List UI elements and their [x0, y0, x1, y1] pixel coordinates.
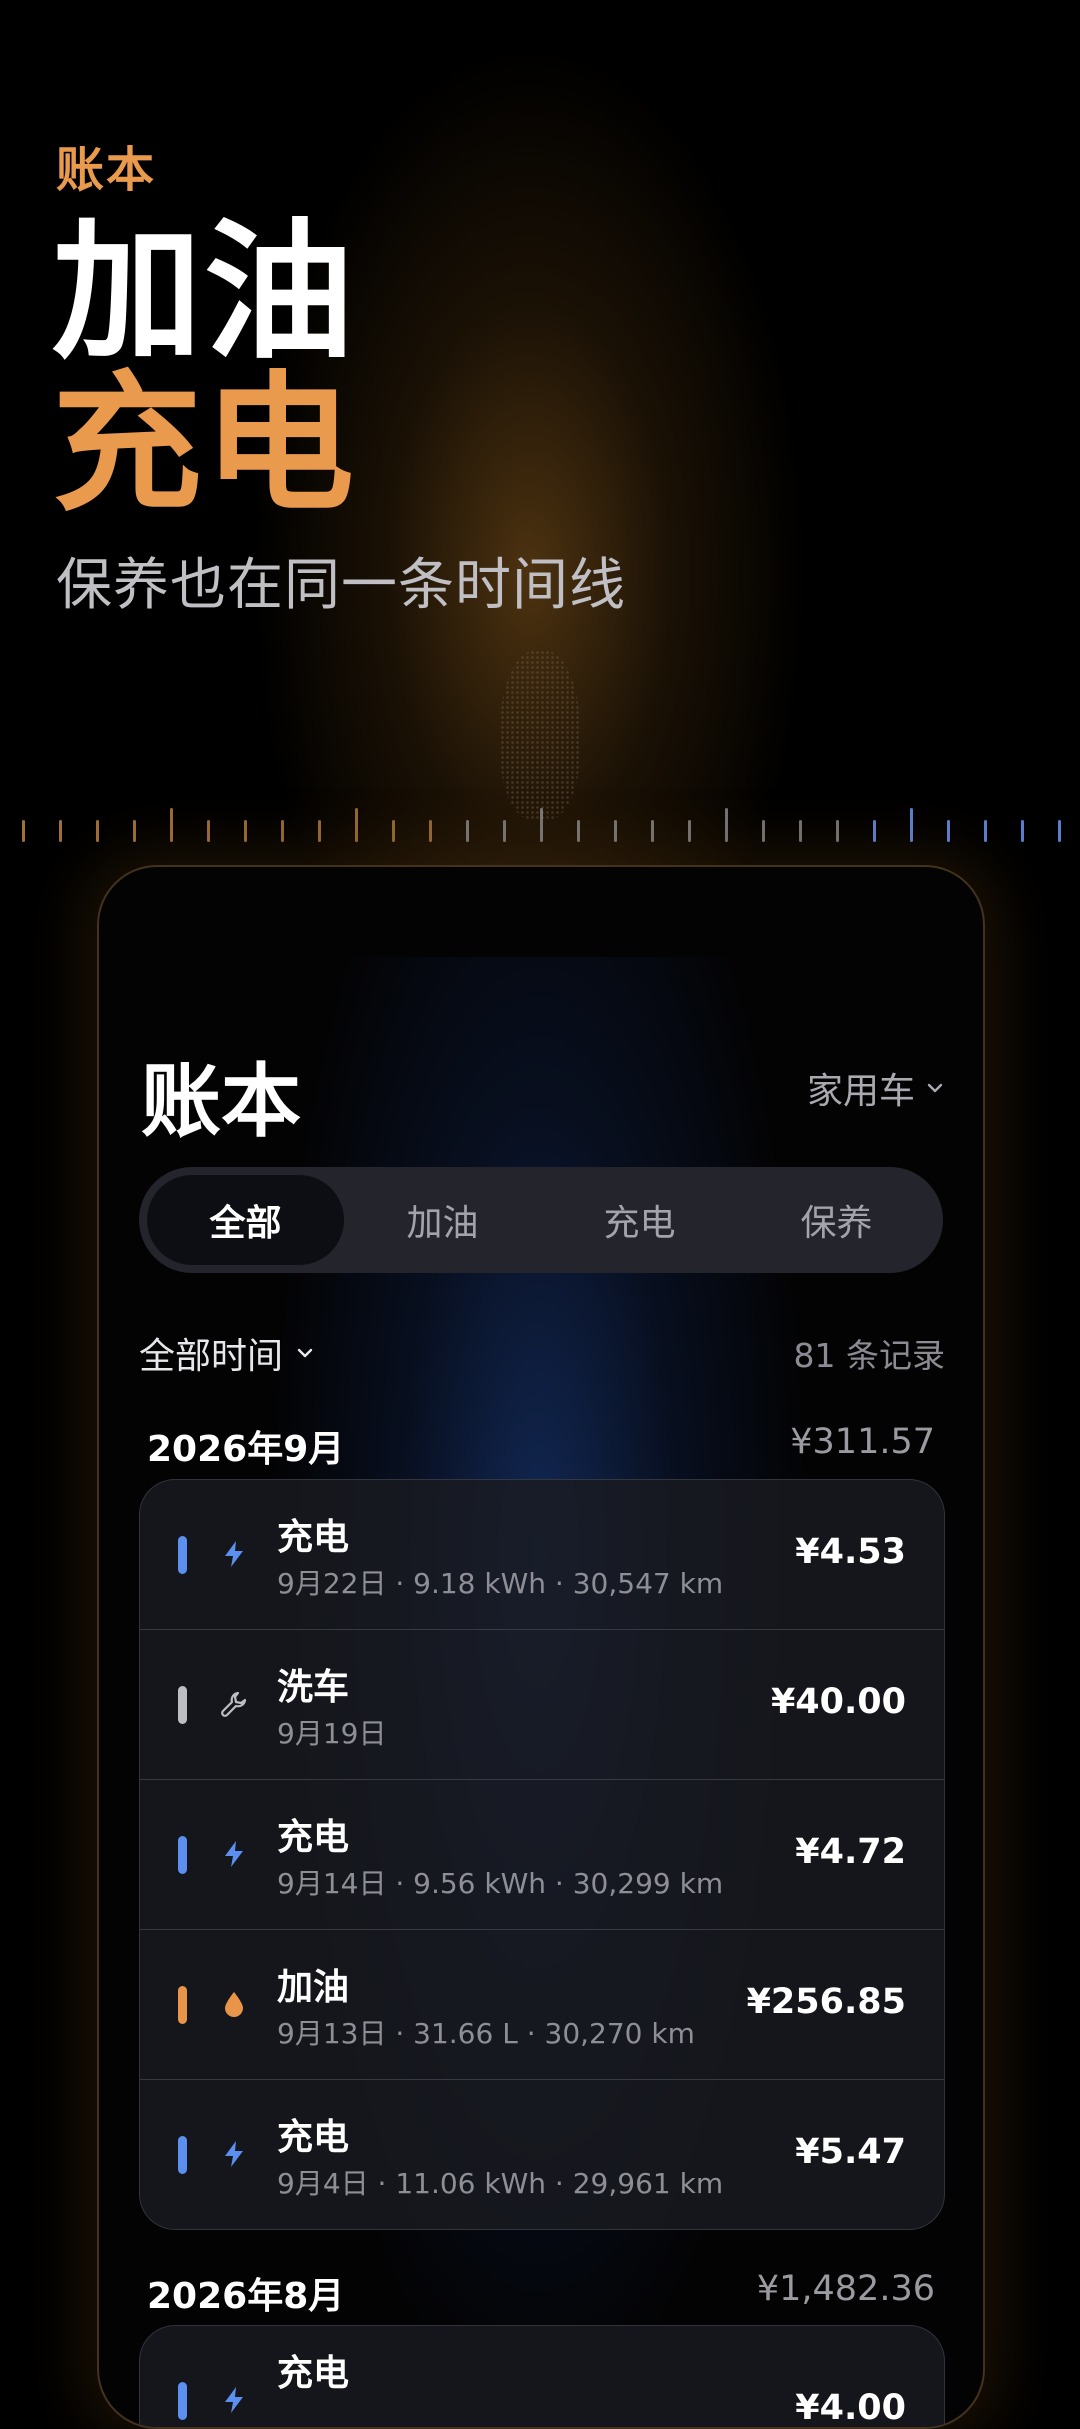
hero-title-line1: 加油	[52, 206, 357, 380]
month-label: 2026年8月	[147, 2276, 345, 2317]
phone-mockup: 账本 家用车 全部 加油 充电 保养 全部时间 81 条记录 2026年9月 ¥…	[97, 865, 985, 2429]
tab-charge[interactable]: 充电	[541, 1175, 738, 1265]
record-count: 81 条记录	[793, 1336, 945, 1375]
entry-detail: 9月22日 · 9.18 kWh · 30,547 km	[277, 1567, 724, 1600]
entry-name: 充电	[277, 2117, 350, 2158]
category-bar	[178, 1836, 187, 1874]
timeline-tick	[688, 820, 691, 842]
entry-name: 充电	[277, 1517, 350, 1558]
lightning-icon	[225, 2387, 243, 2413]
timeline-tick	[22, 820, 25, 842]
month-entries-card: 充电 ¥4.00	[139, 2325, 945, 2428]
chevron-down-icon	[927, 1083, 943, 1093]
timeline-ticks	[0, 800, 1080, 850]
timeline-tick	[466, 820, 469, 842]
timeline-tick	[429, 820, 432, 842]
timeline-tick	[96, 820, 99, 842]
entry-amount: ¥4.53	[795, 1532, 906, 1572]
timeline-tick	[984, 820, 987, 842]
entry-name: 充电	[277, 2353, 350, 2394]
timeline-tick	[577, 820, 580, 842]
timeline-tick	[244, 820, 247, 842]
timeline-tick	[762, 820, 765, 842]
list-item[interactable]: 加油 9月13日 · 31.66 L · 30,270 km ¥256.85	[140, 1930, 944, 2080]
lightning-icon	[225, 1841, 243, 1867]
hero-subtitle: 保养也在同一条时间线	[56, 553, 626, 618]
lightning-icon	[225, 1541, 243, 1567]
droplet-icon	[225, 1992, 243, 2017]
entry-amount: ¥4.00	[795, 2388, 906, 2428]
timeline-tick	[1021, 820, 1024, 842]
entry-detail: 9月14日 · 9.56 kWh · 30,299 km	[277, 1867, 724, 1900]
timeline-tick	[503, 820, 506, 842]
month-total: ¥1,482.36	[756, 2269, 935, 2309]
entry-amount: ¥256.85	[746, 1982, 906, 2022]
timeline-tick	[540, 808, 543, 842]
list-item[interactable]: 充电 9月22日 · 9.18 kWh · 30,547 km ¥4.53	[140, 1480, 944, 1630]
list-item[interactable]: 充电 ¥4.00	[140, 2326, 944, 2428]
entry-detail: 9月13日 · 31.66 L · 30,270 km	[277, 2017, 695, 2050]
month-total: ¥311.57	[790, 1422, 935, 1462]
timeline-tick	[318, 820, 321, 842]
entry-name: 洗车	[277, 1667, 350, 1708]
tab-fuel[interactable]: 加油	[344, 1175, 541, 1265]
timeline-tick	[355, 808, 358, 842]
timeline-tick	[133, 820, 136, 842]
tab-all[interactable]: 全部	[147, 1175, 344, 1265]
timeline-tick	[651, 820, 654, 842]
timeline-tick	[1058, 820, 1061, 842]
entry-name: 加油	[277, 1967, 350, 2008]
timeline-tick	[59, 820, 62, 842]
timeline-tick	[910, 808, 913, 842]
chevron-down-icon	[297, 1348, 313, 1358]
vehicle-selector[interactable]: 家用车	[807, 1062, 945, 1114]
month-entries-card: 充电 9月22日 · 9.18 kWh · 30,547 km ¥4.53 洗车…	[139, 1479, 945, 2230]
wrench-icon	[221, 1691, 247, 1717]
category-bar	[178, 1536, 187, 1574]
timeline-tick	[392, 820, 395, 842]
category-bar	[178, 1986, 187, 2024]
lightning-icon	[225, 2141, 243, 2167]
hero-eyebrow: 账本	[56, 142, 157, 198]
month-label: 2026年9月	[147, 1429, 345, 1470]
category-bar	[178, 1686, 187, 1724]
dotted-figure-illustration	[500, 650, 580, 820]
timeline-tick	[281, 820, 284, 842]
category-bar	[178, 2382, 187, 2420]
entry-detail: 9月19日	[277, 1717, 387, 1750]
list-item[interactable]: 充电 9月14日 · 9.56 kWh · 30,299 km ¥4.72	[140, 1780, 944, 1930]
hero-title-line2: 充电	[52, 358, 357, 532]
timeline-tick	[947, 820, 950, 842]
category-tabs: 全部 加油 充电 保养	[139, 1167, 943, 1273]
tab-maintenance[interactable]: 保养	[738, 1175, 935, 1265]
timeline-tick	[170, 808, 173, 842]
list-item[interactable]: 充电 9月4日 · 11.06 kWh · 29,961 km ¥5.47	[140, 2080, 944, 2229]
timeline-tick	[614, 820, 617, 842]
page-title: 账本	[141, 1055, 301, 1148]
time-filter-dropdown[interactable]: 全部时间	[139, 1327, 315, 1379]
entry-detail: 9月4日 · 11.06 kWh · 29,961 km	[277, 2167, 724, 2200]
timeline-tick	[836, 820, 839, 842]
timeline-tick	[799, 820, 802, 842]
timeline-tick	[873, 820, 876, 842]
timeline-tick	[207, 820, 210, 842]
entry-amount: ¥5.47	[795, 2132, 906, 2172]
entry-name: 充电	[277, 1817, 350, 1858]
category-bar	[178, 2136, 187, 2174]
time-filter-label: 全部时间	[139, 1336, 284, 1377]
entry-amount: ¥40.00	[770, 1682, 906, 1722]
list-item[interactable]: 洗车 9月19日 ¥40.00	[140, 1630, 944, 1780]
vehicle-label: 家用车	[806, 1071, 915, 1112]
timeline-tick	[725, 808, 728, 842]
entry-amount: ¥4.72	[795, 1832, 906, 1872]
